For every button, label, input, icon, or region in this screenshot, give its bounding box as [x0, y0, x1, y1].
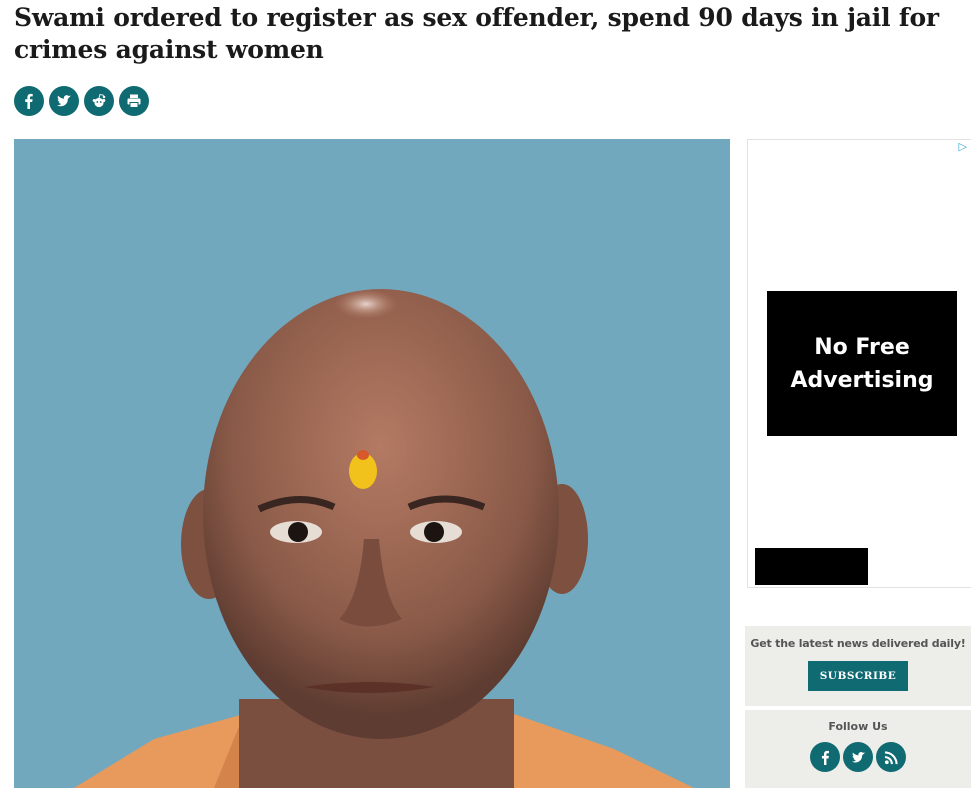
follow-us-label: Follow Us — [828, 720, 888, 733]
ad-text-line1: No Free — [814, 334, 910, 360]
ad-text-line2: Advertising — [790, 367, 934, 393]
twitter-icon — [57, 95, 71, 107]
advertisement[interactable]: ▷ No Free Advertising — [747, 139, 971, 588]
reddit-icon — [92, 93, 106, 108]
twitter-share-button[interactable] — [49, 86, 79, 116]
mugshot-image — [14, 139, 730, 788]
newsletter-text: Get the latest news delivered daily! — [750, 637, 966, 650]
follow-twitter-button[interactable] — [843, 742, 873, 772]
ad-banner[interactable]: No Free Advertising — [767, 291, 957, 436]
adchoices-icon[interactable]: ▷ — [959, 140, 967, 153]
newsletter-box: Get the latest news delivered daily! SUB… — [745, 626, 971, 706]
facebook-share-button[interactable] — [14, 86, 44, 116]
follow-us-box: Follow Us — [745, 710, 971, 788]
follow-facebook-button[interactable] — [810, 742, 840, 772]
twitter-icon — [851, 751, 865, 762]
facebook-icon — [25, 93, 33, 109]
print-icon — [127, 94, 141, 108]
share-bar — [14, 86, 149, 116]
subscribe-button[interactable]: SUBSCRIBE — [807, 661, 909, 691]
follow-rss-button[interactable] — [876, 742, 906, 772]
reddit-share-button[interactable] — [84, 86, 114, 116]
facebook-icon — [821, 750, 829, 765]
rss-icon — [884, 750, 898, 764]
print-button[interactable] — [119, 86, 149, 116]
article-photo — [14, 139, 730, 788]
ad-redacted-block — [755, 548, 868, 585]
article-headline: Swami ordered to register as sex offende… — [14, 3, 939, 64]
